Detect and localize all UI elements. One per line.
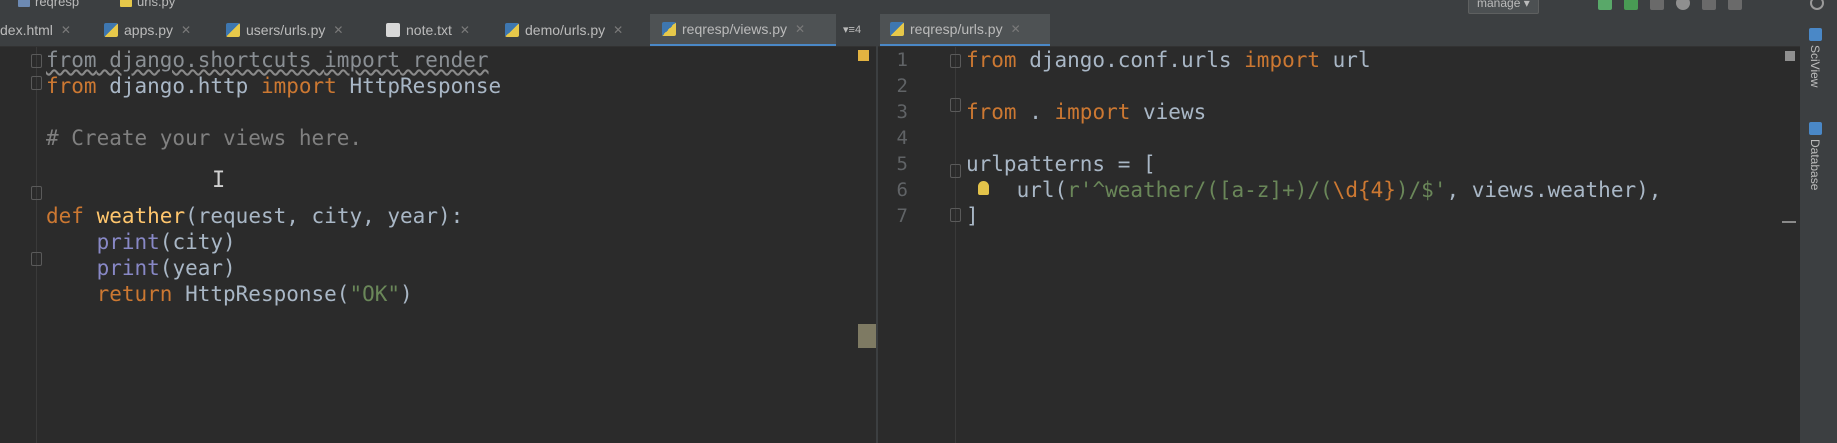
editor-tab-bar: dex.html ✕ apps.py ✕ users/urls.py ✕ note.t… — [0, 14, 1800, 47]
text-file-icon — [386, 23, 400, 37]
tab-apps-py[interactable]: apps.py ✕ — [104, 14, 208, 46]
close-icon[interactable]: ✕ — [613, 23, 623, 37]
line-number: 2 — [896, 75, 908, 97]
close-icon[interactable]: ✕ — [181, 23, 191, 37]
tab-reqresp-views-py[interactable]: reqresp/views.py ✕ — [650, 14, 836, 46]
analysis-status-icon[interactable] — [1785, 51, 1795, 61]
right-tool-strip: SciView Database — [1800, 14, 1837, 443]
python-file-icon — [104, 23, 118, 37]
tab-users-urls-py[interactable]: users/urls.py ✕ — [226, 14, 366, 46]
warning-stripe-icon[interactable] — [858, 50, 869, 61]
fold-marker-icon[interactable] — [950, 98, 961, 112]
tab-note-txt[interactable]: note.txt ✕ — [386, 14, 496, 46]
search-icon[interactable] — [1810, 0, 1824, 10]
coverage-icon[interactable] — [1650, 0, 1664, 10]
fold-marker-icon[interactable] — [31, 54, 42, 68]
python-file-icon — [662, 22, 676, 36]
code-line-7[interactable]: ] — [966, 203, 979, 229]
run-icon[interactable] — [1598, 0, 1612, 10]
code-line-8[interactable]: print(city) — [46, 229, 236, 255]
vcs-icon[interactable] — [1702, 0, 1716, 10]
code-line-1[interactable]: from django.conf.urls import url — [966, 47, 1371, 73]
code-line-2[interactable]: from django.http import HttpResponse — [46, 73, 501, 99]
code-line-5[interactable]: urlpatterns = [ — [966, 151, 1156, 177]
close-icon[interactable]: ✕ — [1011, 22, 1021, 36]
code-line-4[interactable]: # Create your views here. — [46, 125, 362, 151]
tab-index-html[interactable]: dex.html ✕ — [0, 14, 88, 46]
line-number: 3 — [896, 101, 908, 123]
code-line-10[interactable]: return HttpResponse("OK") — [46, 281, 413, 307]
fold-marker-icon[interactable] — [950, 54, 961, 68]
fold-marker-icon[interactable] — [950, 208, 961, 222]
code-line-6[interactable]: url(r'^weather/([a-z]+)/(\d{4})/$', view… — [966, 177, 1662, 203]
left-editor[interactable]: from django.shortcuts import render from… — [0, 47, 876, 443]
fold-marker-icon[interactable] — [31, 252, 42, 266]
right-editor[interactable]: 1 2 3 4 5 6 7 from django.conf.urls impo… — [878, 47, 1800, 443]
breadcrumb-project[interactable]: reqresp — [18, 0, 79, 9]
fold-marker-icon[interactable] — [31, 186, 42, 200]
close-icon[interactable]: ✕ — [460, 23, 470, 37]
breadcrumb-file[interactable]: urls.py — [120, 0, 175, 9]
database-icon — [1808, 122, 1822, 135]
scroll-marker[interactable] — [858, 324, 876, 348]
profile-icon[interactable] — [1676, 0, 1690, 10]
python-file-icon — [890, 22, 904, 36]
database-tool-tab[interactable]: Database — [1808, 122, 1822, 190]
text-cursor-icon: I — [212, 168, 226, 193]
python-file-icon — [226, 23, 240, 37]
navigation-bar: reqresp urls.py manage ▾ — [0, 0, 1837, 14]
code-line-1[interactable]: from django.shortcuts import render — [46, 47, 489, 73]
import-render: from django.shortcuts import render — [46, 48, 489, 72]
close-icon[interactable]: ✕ — [333, 23, 343, 37]
fold-marker-icon[interactable] — [950, 164, 961, 178]
gutter-divider — [36, 47, 37, 443]
sciview-tool-tab[interactable]: SciView — [1808, 28, 1822, 87]
run-configuration-select[interactable]: manage ▾ — [1468, 0, 1539, 14]
code-line-9[interactable]: print(year) — [46, 255, 236, 281]
line-number: 4 — [896, 127, 908, 149]
python-file-icon — [505, 23, 519, 37]
fold-marker-icon[interactable] — [31, 76, 42, 90]
scroll-marker[interactable] — [1782, 221, 1796, 223]
code-line-7[interactable]: def weather(request, city, year): — [46, 203, 463, 229]
folder-icon — [18, 0, 30, 7]
python-file-icon — [120, 0, 132, 7]
tab-overflow-button[interactable]: ▾≡4 — [843, 14, 861, 46]
code-line-3[interactable]: from . import views — [966, 99, 1206, 125]
line-number: 5 — [896, 153, 908, 175]
debug-icon[interactable] — [1624, 0, 1638, 10]
tab-demo-urls-py[interactable]: demo/urls.py ✕ — [505, 14, 645, 46]
line-number: 7 — [896, 205, 908, 227]
line-number: 1 — [896, 49, 908, 71]
line-number: 6 — [896, 179, 908, 201]
close-icon[interactable]: ✕ — [61, 23, 71, 37]
close-icon[interactable]: ✕ — [795, 22, 805, 36]
tab-reqresp-urls-py[interactable]: reqresp/urls.py ✕ — [880, 14, 1050, 46]
sciview-icon — [1808, 28, 1822, 41]
stop-icon[interactable] — [1728, 0, 1742, 10]
